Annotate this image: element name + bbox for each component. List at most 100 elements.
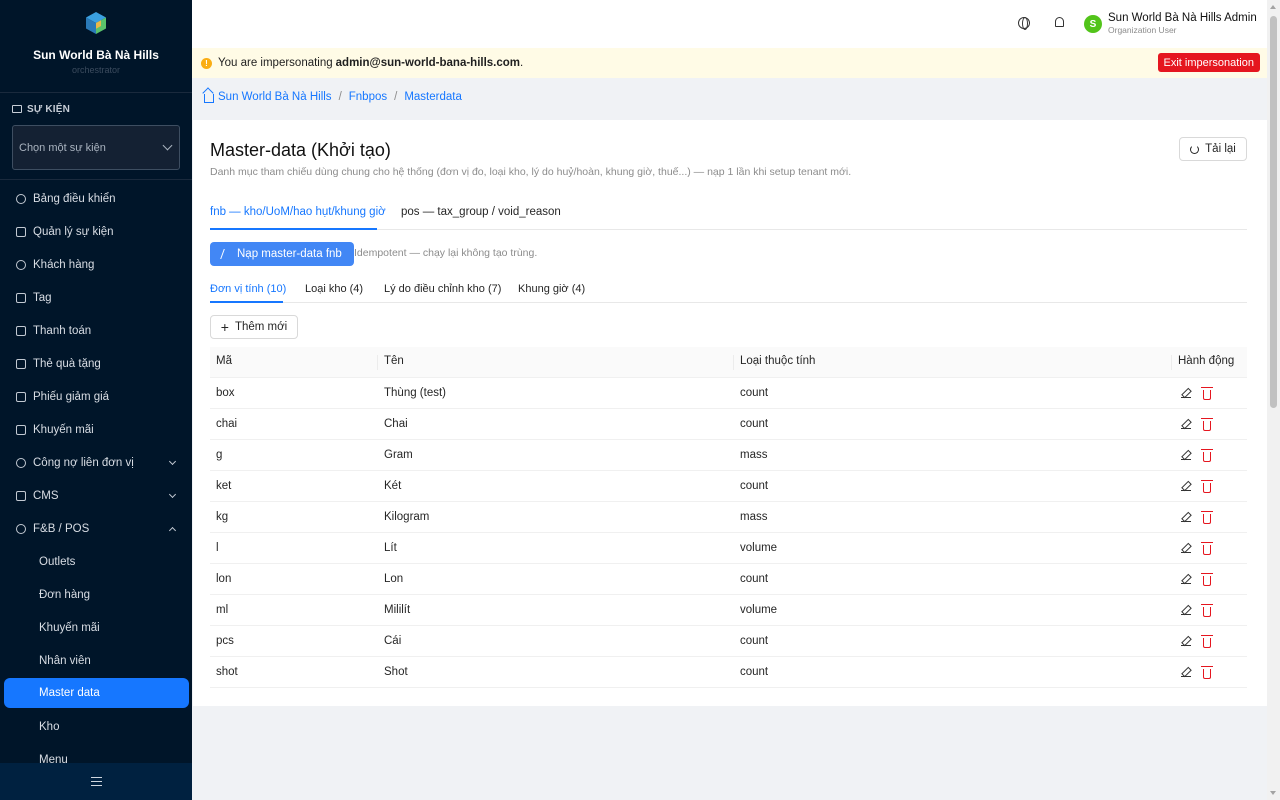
warning-icon: !	[201, 57, 212, 69]
sidebar-item-debt[interactable]: Công nợ liên đơn vị	[0, 446, 192, 479]
bolt-icon	[220, 249, 231, 259]
delete-icon[interactable]	[1201, 666, 1213, 679]
sidebar-item-coupons[interactable]: Phiếu giảm giá	[0, 380, 192, 413]
tab-warehouse-type[interactable]: Loại kho (4)	[305, 283, 363, 295]
delete-icon[interactable]	[1201, 387, 1213, 400]
dashboard-icon	[16, 193, 26, 204]
payment-icon	[16, 325, 26, 336]
org-subtitle: orchestrator	[71, 65, 121, 75]
event-section-header: SỰ KIỆN	[0, 92, 192, 125]
sidebar-subitem-master-data[interactable]: Master data	[4, 678, 189, 708]
event-section-label: SỰ KIỆN	[27, 103, 71, 115]
sidebar-item-label: Quản lý sự kiện	[33, 225, 114, 238]
breadcrumb: Sun World Bà Nà Hills / Fnbpos / Masterd…	[204, 91, 462, 103]
delete-icon[interactable]	[1201, 418, 1213, 431]
breadcrumb-item[interactable]: Masterdata	[404, 91, 462, 103]
delete-icon[interactable]	[1201, 604, 1213, 617]
scroll-up-icon[interactable]	[1270, 5, 1276, 9]
main-tabs: fnb — kho/UoM/hao hụt/khung giờ pos — ta…	[210, 202, 1247, 230]
page-scrollbar[interactable]	[1267, 0, 1280, 800]
menu-fold-icon	[90, 777, 102, 786]
tab-adjust-reason[interactable]: Lý do điều chỉnh kho (7)	[384, 283, 501, 295]
delete-icon[interactable]	[1201, 511, 1213, 524]
seed-master-data-button[interactable]: Nạp master-data fnb	[210, 242, 354, 266]
avatar[interactable]: S	[1084, 15, 1102, 33]
table-row: g Gram mass	[210, 440, 1247, 471]
event-select[interactable]: Chọn một sự kiện	[12, 125, 180, 170]
tab-pos[interactable]: pos — tax_group / void_reason	[401, 206, 561, 218]
delete-icon[interactable]	[1201, 635, 1213, 648]
cell-code: ml	[216, 604, 229, 616]
delete-icon[interactable]	[1201, 573, 1213, 586]
edit-icon[interactable]	[1181, 543, 1191, 553]
edit-icon[interactable]	[1181, 574, 1191, 584]
cell-code: ket	[216, 480, 232, 492]
sidebar-subitem-orders[interactable]: Đơn hàng	[0, 578, 192, 611]
sidebar-subitem-promotions[interactable]: Khuyến mãi	[0, 611, 192, 644]
sidebar-item-cms[interactable]: CMS	[0, 479, 192, 512]
sidebar-subitem-staff[interactable]: Nhân viên	[0, 644, 192, 677]
sidebar-subitem-outlets[interactable]: Outlets	[0, 545, 192, 578]
edit-icon[interactable]	[1181, 605, 1191, 615]
impersonation-banner: ! You are impersonating admin@sun-world-…	[192, 48, 1267, 78]
edit-icon[interactable]	[1181, 450, 1191, 460]
sidebar-item-tag[interactable]: Tag	[0, 281, 192, 314]
event-select-placeholder: Chọn một sự kiện	[19, 141, 106, 154]
sidebar-item-label: Thẻ quà tặng	[33, 357, 101, 370]
reload-label: Tải lại	[1205, 143, 1236, 155]
edit-icon[interactable]	[1181, 636, 1191, 646]
globe-icon[interactable]	[1018, 17, 1030, 30]
page-description: Danh mục tham chiếu dùng chung cho hệ th…	[210, 166, 852, 178]
reload-button[interactable]: Tải lại	[1179, 137, 1247, 161]
gift-icon	[16, 358, 26, 369]
add-new-button[interactable]: + Thêm mới	[210, 315, 298, 339]
bell-icon[interactable]	[1055, 17, 1064, 27]
sidebar-subitem-warehouse[interactable]: Kho	[0, 710, 192, 743]
column-header-type: Loại thuộc tính	[740, 355, 816, 367]
cms-icon	[16, 490, 26, 501]
user-name[interactable]: Sun World Bà Nà Hills Admin	[1108, 12, 1257, 24]
sidebar-item-promotions[interactable]: Khuyến mãi	[0, 413, 192, 446]
exit-impersonation-button[interactable]: Exit impersonation	[1157, 53, 1260, 72]
sub-tabs: Đơn vị tính (10) Loại kho (4) Lý do điều…	[210, 277, 1247, 303]
delete-icon[interactable]	[1201, 480, 1213, 493]
sidebar-item-gift-cards[interactable]: Thẻ quà tặng	[0, 347, 192, 380]
breadcrumb-item[interactable]: Fnbpos	[349, 91, 387, 103]
impersonation-email: admin@sun-world-bana-hills.com	[335, 57, 521, 69]
delete-icon[interactable]	[1201, 542, 1213, 555]
sidebar-item-label: Công nợ liên đơn vị	[33, 456, 134, 469]
seed-note: Idempotent — chạy lại không tạo trùng.	[354, 247, 538, 259]
edit-icon[interactable]	[1181, 481, 1191, 491]
sidebar-collapse-button[interactable]	[0, 763, 192, 800]
sidebar-item-events[interactable]: Quản lý sự kiện	[0, 215, 192, 248]
scrollbar-thumb[interactable]	[1270, 16, 1277, 408]
breadcrumb-item[interactable]: Sun World Bà Nà Hills	[218, 91, 332, 103]
cell-name: Kilogram	[384, 511, 430, 523]
impersonation-prefix: You are impersonating	[218, 57, 333, 69]
table-body: box Thùng (test) count chai Chai count g Gram ma…	[210, 378, 1247, 688]
column-header-actions: Hành động	[1178, 355, 1235, 367]
cell-name: Shot	[384, 666, 408, 678]
home-icon[interactable]	[204, 94, 214, 103]
cell-code: box	[216, 387, 235, 399]
tab-uom[interactable]: Đơn vị tính (10)	[210, 283, 286, 295]
scroll-down-icon[interactable]	[1270, 791, 1276, 795]
sidebar-item-payment[interactable]: Thanh toán	[0, 314, 192, 347]
edit-icon[interactable]	[1181, 667, 1191, 677]
tab-time-slot[interactable]: Khung giờ (4)	[518, 283, 585, 295]
cell-type: count	[740, 387, 769, 399]
sidebar-item-customers[interactable]: Khách hàng	[0, 248, 192, 281]
uom-table: Mã Tên Loại thuộc tính Hành động box Thùn…	[210, 347, 1247, 688]
cell-name: Lít	[384, 542, 397, 554]
table-row: ket Két count	[210, 471, 1247, 502]
delete-icon[interactable]	[1201, 449, 1213, 462]
tab-fnb[interactable]: fnb — kho/UoM/hao hụt/khung giờ	[210, 206, 386, 218]
edit-icon[interactable]	[1181, 512, 1191, 522]
cell-type: count	[740, 573, 769, 585]
sidebar-item-dashboard[interactable]: Bảng điều khiển	[0, 182, 192, 215]
edit-icon[interactable]	[1181, 388, 1191, 398]
sidebar-item-fnb-pos[interactable]: F&B / POS	[0, 512, 192, 545]
edit-icon[interactable]	[1181, 419, 1191, 429]
event-section-icon	[12, 105, 22, 113]
table-row: shot Shot count	[210, 657, 1247, 688]
